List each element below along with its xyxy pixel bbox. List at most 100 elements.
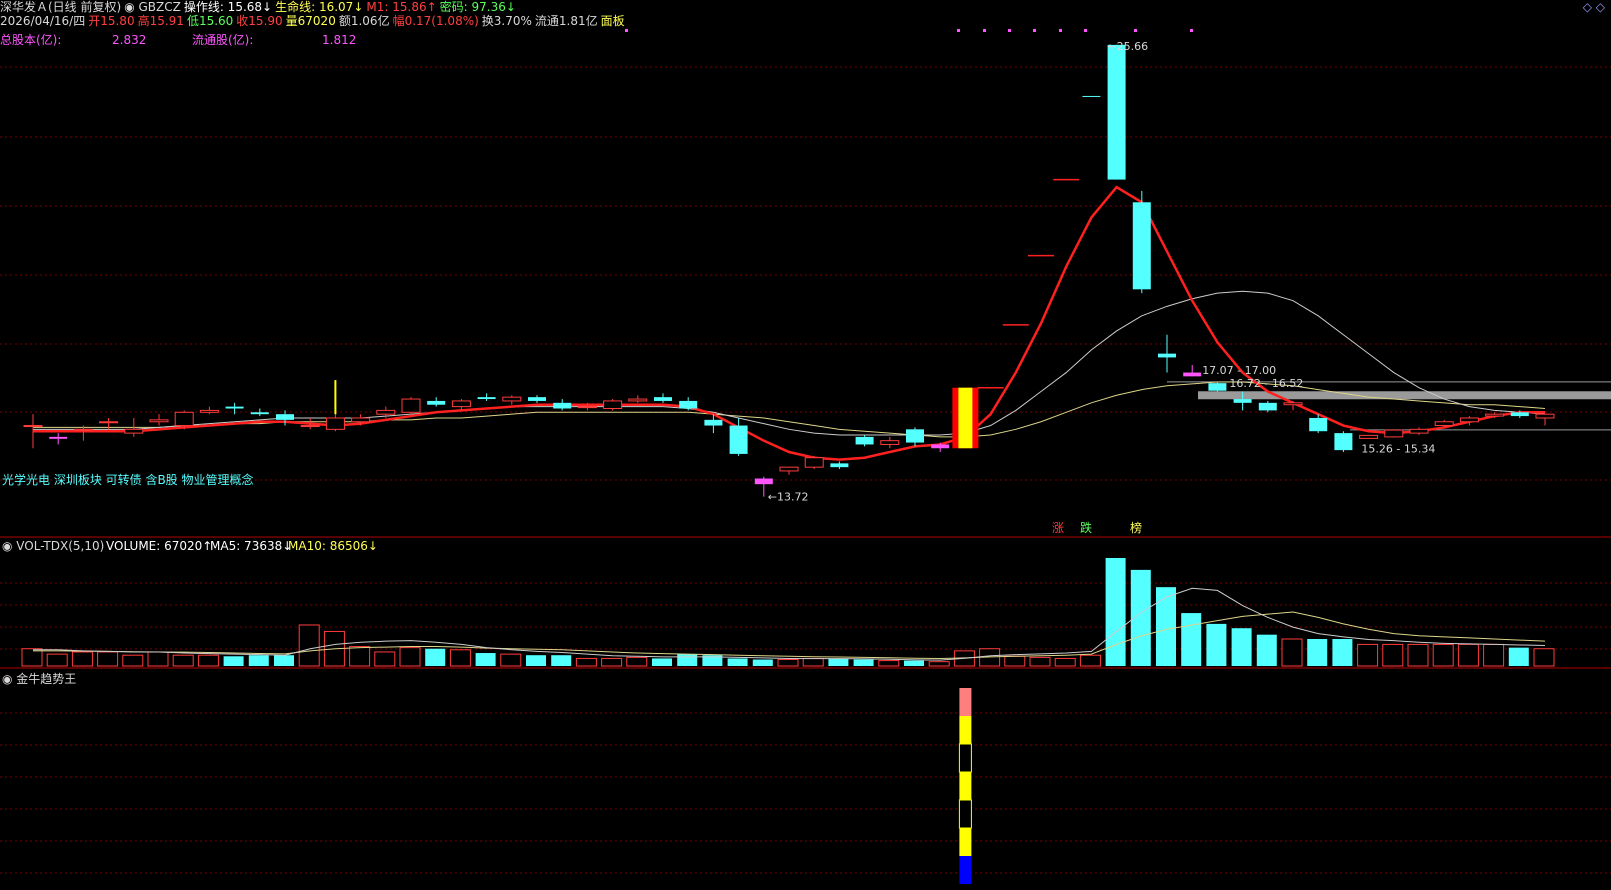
volume-bar [46,653,68,667]
candle-body [199,409,219,413]
indicator-segment [958,799,972,829]
zone-label: 17.07 - 17.00 [1202,364,1276,377]
event-marker: 榜 [1130,520,1142,535]
volume-bar [147,651,169,667]
candle-body [351,417,371,423]
volume-bar [1307,639,1328,666]
candle-body [1359,434,1379,439]
candle-body [477,397,496,400]
volume-bar [71,651,93,667]
volume-bar [1256,634,1277,666]
candle-body [1082,95,1101,97]
candle-body [1283,402,1303,406]
volume-bar [449,649,471,667]
volume-bar [1054,657,1076,667]
volume-header-item: VOLUME: 67020↑ [106,539,212,553]
volume-bar [878,660,900,667]
candle-body [1258,402,1277,411]
candle-body [1158,353,1176,358]
volume-bar [1382,643,1404,667]
event-marker: 涨 [1052,520,1064,535]
candle-body [73,428,93,431]
candle-body [149,419,169,423]
volume-bar [551,655,572,666]
volume-bar [274,655,294,666]
volume-bar [1206,623,1227,666]
volume-bar [475,653,496,666]
candle-body [654,397,672,401]
candle-body [1409,428,1429,434]
candle-body [276,414,294,420]
candle-body [931,444,950,449]
candle-body [1485,413,1505,417]
volume-bar [1029,656,1051,667]
candle-body [1535,413,1555,419]
indicator-segment [959,716,972,744]
candle-body [603,400,623,410]
volume-bar [904,660,924,666]
candle-body [1384,429,1404,438]
candle-body [325,417,345,430]
candle-body [1510,412,1529,417]
volume-bar [1231,628,1252,666]
top-dot-marker [1084,29,1087,32]
candle-body [174,411,194,427]
candle-body [49,436,68,439]
candle-body [1183,372,1202,377]
volume-bar [1105,558,1126,666]
candle-body [906,429,924,443]
volume-bar [248,655,269,666]
volume-bar [1483,643,1505,667]
volume-bar [575,657,597,667]
candle-body [880,440,900,445]
volume-bar [802,657,824,667]
volume-bar [677,654,698,666]
volume-bar [601,657,623,667]
top-dot-marker [1033,29,1036,32]
volume-bar [727,658,748,666]
zone-label: 16.72 - 16.52 [1229,377,1303,390]
candle-body [779,466,799,472]
indicator-title: ◉ 金牛趋势王 [2,671,76,686]
volume-bar [399,647,421,667]
candle-body [553,402,572,409]
volume-bar [1156,587,1176,666]
candle-body [729,425,748,454]
candle-body [1208,383,1227,391]
volume-bar [526,655,546,666]
volume-bar [298,624,320,667]
candle-body [451,400,471,408]
volume-bar [197,654,219,667]
top-dot-marker [983,29,986,32]
indicator-segment [959,772,972,800]
volume-bar [349,646,371,667]
resistance-band [1198,391,1611,400]
top-dot-marker [625,29,628,32]
volume-bar [626,656,648,667]
candle-body [704,419,723,426]
volume-bar [1281,638,1303,667]
volume-bar [1533,648,1555,667]
candle-body [1233,399,1252,403]
candle-body [830,463,849,468]
volume-bar [500,653,522,667]
kline-chart: ←25.66 ←13.72 17.07 - 17.0016.72 - 16.52 15… [0,29,1611,884]
candle-body [855,436,874,445]
volume-bar [172,654,194,667]
volume-bar [652,658,672,666]
indicator-segment [959,828,972,856]
candle-body [502,396,522,402]
candle-body [427,400,446,405]
volume-bar [752,659,773,666]
volume-bar [777,659,799,667]
indicator-segment [959,688,972,716]
candle-body [1334,433,1353,451]
candle-body [23,425,43,428]
volume-bar [1432,643,1454,667]
volume-bar [853,659,874,666]
event-marker: 跌 [1080,520,1092,535]
volume-header-item: MA10: 86506↓ [288,539,378,553]
concept-tags: 光学光电 深圳板块 可转债 含B股 物业管理概念 [2,472,254,487]
volume-bar [1004,655,1026,667]
zone-label: 15.26 - 15.34 [1361,442,1435,455]
